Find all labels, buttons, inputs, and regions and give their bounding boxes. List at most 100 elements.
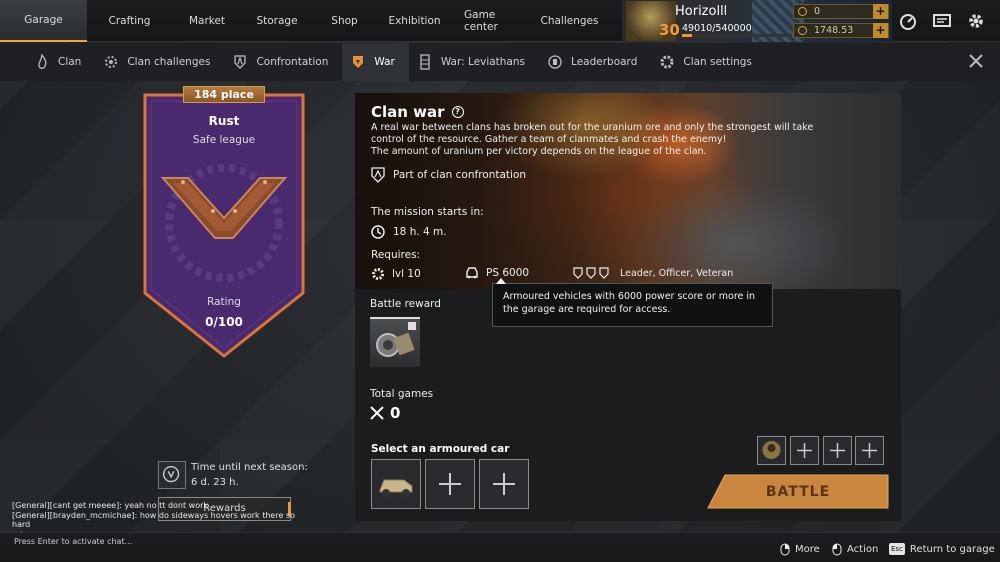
league-subtitle: Safe league [192,134,256,146]
chat-input-hint[interactable]: Press Enter to activate chat... [14,537,132,546]
confrontation-note: Part of clan confrontation [371,167,526,183]
gold-currency: 0 + [793,4,889,19]
hint-action[interactable]: Action [832,543,878,556]
coin-icon [798,26,807,35]
total-games-label: Total games [370,388,434,400]
cog-sparkle-icon [105,56,118,68]
subtab-leaderboard[interactable]: Leaderboard [539,43,651,81]
esc-key: Esc [889,543,905,555]
battle-button[interactable]: BATTLE [707,474,889,509]
player-level: 30 [659,21,680,39]
team-slot-4[interactable] [855,436,884,465]
place-badge: 184 place [183,86,265,103]
close-icon[interactable] [966,51,986,71]
gold-amount: 0 [814,6,821,17]
subtab-clan-settings[interactable]: Clan settings [651,43,766,81]
news-icon[interactable] [933,12,951,30]
hint-return[interactable]: Esc Return to garage [889,543,995,555]
mouse-left-icon [832,543,842,556]
rank-icons [573,267,609,279]
tab-game-center[interactable]: Game center [452,0,537,42]
plus-icon [439,473,461,495]
add-coins-button[interactable]: + [873,23,888,38]
subtab-label: War [374,56,395,68]
league-name: Rust [208,114,240,128]
team-slot-1[interactable] [757,436,786,465]
chat-line: [General][brayden_mcmichae]: how do side… [12,510,295,530]
car-slot-1[interactable] [371,459,421,509]
mouse-right-icon [780,543,790,556]
armoured-car-icon [379,479,413,497]
req-ranks: Leader, Officer, Veteran [573,267,733,279]
tab-crafting[interactable]: Crafting [87,0,172,42]
crossed-swords-icon [370,406,384,420]
rating-value: 0/100 [205,315,243,329]
starts-time: 18 h. 4 m. [393,226,447,238]
hint-more[interactable]: More [780,543,820,556]
subtab-label: War: Leviathans [440,56,526,68]
season-icon [158,461,186,489]
leviathan-icon [420,54,430,70]
hint-more-label: More [795,544,820,555]
coins-currency: 1748.53 + [793,23,889,38]
starts-time-row: 18 h. 4 m. [371,225,447,239]
select-car-label: Select an armoured car [371,443,510,455]
team-slot-2[interactable] [790,436,819,465]
battle-reward-label: Battle reward [370,298,441,310]
subtab-war[interactable]: War [342,43,409,81]
shield-a-icon [234,55,247,69]
subtab-war-leviathans[interactable]: War: Leviathans [409,43,539,81]
subtab-label: Clan [58,56,82,68]
gear-level-icon [372,268,384,280]
tab-shop[interactable]: Shop [312,0,377,42]
coins-amount: 1748.53 [814,25,854,36]
panel-title-row: Clan war ? [371,103,464,121]
starts-label: The mission starts in: [371,206,484,218]
subtab-label: Leaderboard [571,56,638,68]
settings-gear-icon[interactable] [967,12,985,30]
req-level: lvl 10 [371,267,421,281]
reward-part-icon [376,322,416,357]
season-label: Time until next season: [191,462,308,473]
gear-icon [660,55,674,69]
subtab-confrontation[interactable]: Confrontation [224,43,342,81]
tab-storage[interactable]: Storage [242,0,312,42]
plus-icon [830,443,845,458]
total-games-row: 0 [370,404,400,422]
subtab-label: Clan settings [683,56,752,68]
hint-return-label: Return to garage [909,543,995,555]
panel-description: A real war between clans has broken out … [371,122,814,157]
req-ps-label: PS 6000 [486,267,530,279]
xp-bar [682,34,792,37]
speedometer-icon[interactable] [899,12,917,30]
subtab-label: Clan challenges [127,56,211,68]
car-slot-2[interactable] [425,459,475,509]
subtab-clan[interactable]: Clan [26,43,95,81]
hint-action-label: Action [847,544,879,555]
tab-exhibition[interactable]: Exhibition [377,0,452,42]
player-profile[interactable]: Horizolll 30 49010/540000 0 + 1748.53 + [622,0,892,42]
tab-challenges[interactable]: Challenges [537,0,602,42]
subtab-clan-challenges[interactable]: Clan challenges [95,43,224,81]
ps-tooltip: Armoured vehicles with 6000 power score … [492,278,773,327]
chat-line: [General][cant get meeee]: yeah no tt do… [12,501,209,510]
add-gold-button[interactable]: + [873,4,888,19]
player-xp: 49010/540000 [682,23,752,34]
panel-title: Clan war [371,103,445,121]
shield-a-icon [371,167,385,183]
reward-item[interactable] [370,317,420,367]
clan-subnav: Clan Clan challenges Confrontation War W… [0,43,1000,81]
requires-label: Requires: [371,249,421,261]
help-icon[interactable]: ? [451,106,464,118]
tab-garage[interactable]: Garage [0,0,87,42]
plus-icon [797,443,812,458]
clock-icon [371,225,385,239]
req-level-label: lvl 10 [392,268,421,280]
player-name: Horizolll [675,4,728,19]
war-shield-icon [353,56,364,68]
battle-label: BATTLE [765,483,831,500]
car-icon [466,267,478,279]
car-slot-3[interactable] [479,459,529,509]
team-slot-3[interactable] [823,436,852,465]
tab-market[interactable]: Market [172,0,242,42]
